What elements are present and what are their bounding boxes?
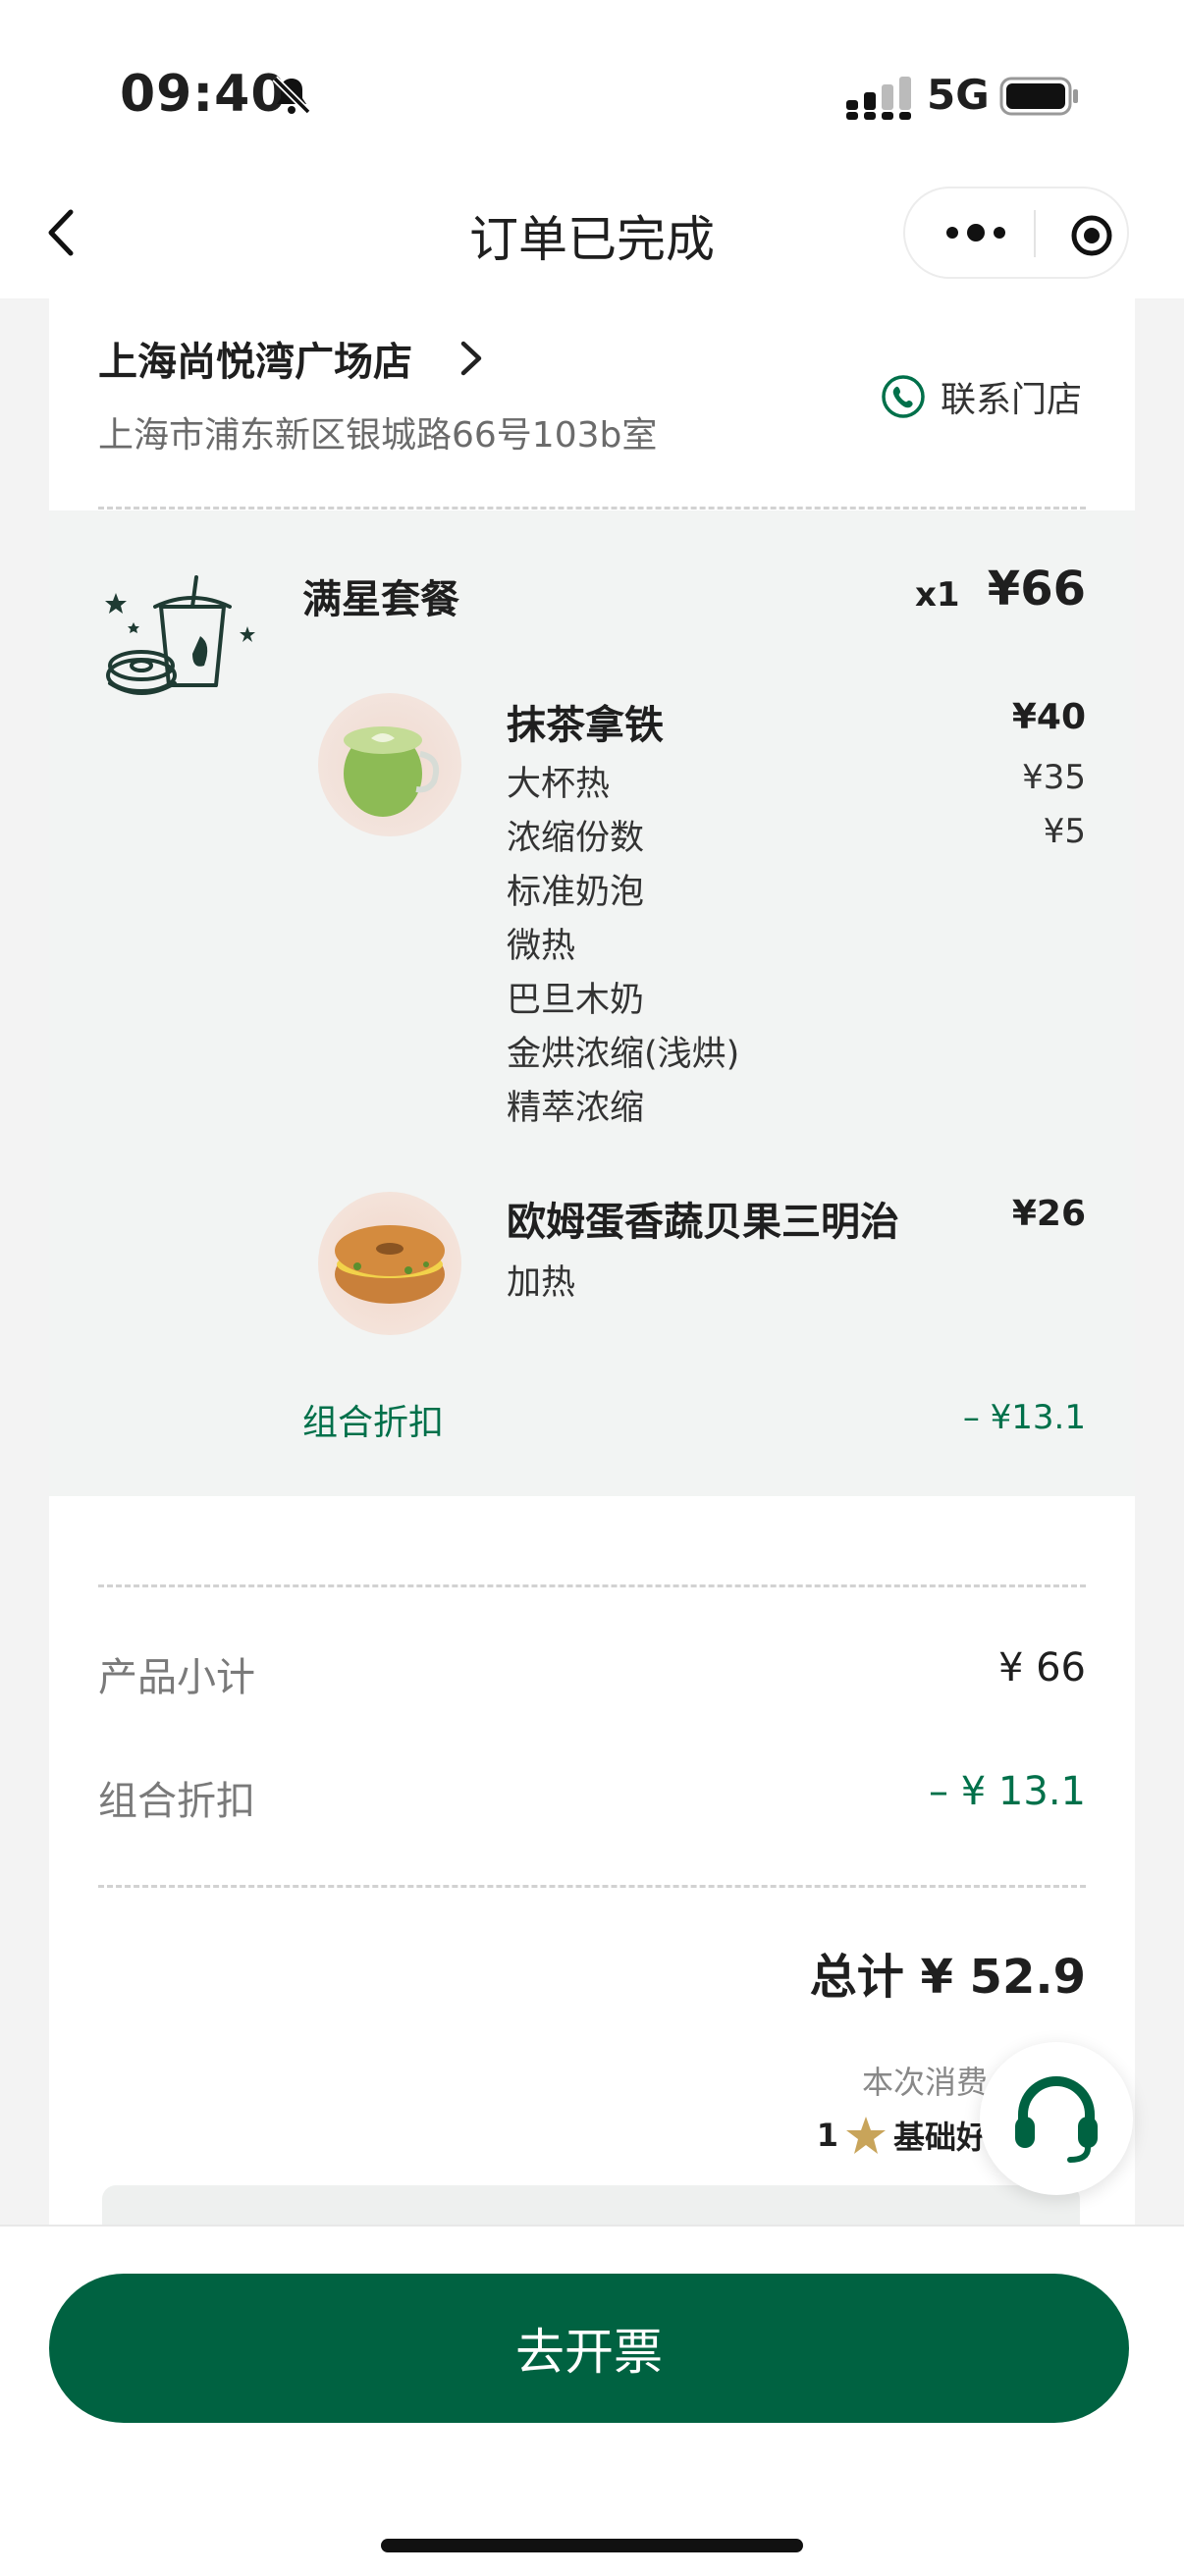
combo-discount-label: 组合折扣 [302, 1403, 445, 1443]
combo-name: 满星套餐 [302, 577, 459, 622]
stars-count: 1 [816, 2117, 838, 2154]
order-total: 总计 ¥ 52.9 [809, 1950, 1086, 2005]
product-option: 金烘浓缩(浅烘) [507, 1035, 740, 1074]
invoice-button[interactable]: 去开票 [49, 2274, 1129, 2423]
signal-icon [846, 77, 911, 120]
discount-label: 组合折扣 [98, 1779, 255, 1824]
divider [98, 1584, 1086, 1587]
bagel-sandwich-image [318, 1192, 461, 1335]
stars-earned: 1 基础好 [817, 2113, 988, 2158]
battery-icon [999, 77, 1078, 116]
store-name[interactable]: 上海尚悦湾广场店 [98, 330, 412, 387]
product-option: 浓缩份数 [507, 819, 645, 858]
combo-set-icon [105, 575, 255, 695]
product-price: ¥40 [1011, 697, 1086, 737]
matcha-latte-image [318, 693, 461, 836]
status-bar: 09:40 5G [0, 0, 1184, 167]
contact-store-label: 联系门店 [941, 380, 1083, 420]
network-type: 5G [927, 71, 990, 119]
more-icon[interactable] [944, 218, 1007, 247]
subtotal-label: 产品小计 [98, 1655, 255, 1700]
product-price: ¥26 [1011, 1194, 1086, 1234]
combo-price: ¥66 [987, 562, 1086, 617]
combo-discount-value: – ¥13.1 [962, 1398, 1086, 1437]
divider [98, 1885, 1086, 1888]
status-time: 09:40 [120, 65, 288, 124]
target-icon[interactable] [1070, 214, 1113, 257]
stars-label: 基础好 [892, 2119, 988, 2156]
product-option-price: ¥5 [1043, 812, 1086, 851]
customer-service-button[interactable] [980, 2042, 1133, 2195]
combo-panel: 满星套餐 x1 ¥66 抹茶拿铁 ¥40 大杯热 ¥35 浓缩份数 ¥5 标准奶… [49, 510, 1135, 1496]
promo-strip [102, 2185, 1080, 2225]
combo-quantity: x1 [915, 575, 960, 615]
product-name: 抹茶拿铁 [507, 703, 664, 748]
mute-icon [272, 76, 311, 115]
capsule-divider [1034, 210, 1036, 257]
product-option: 微热 [507, 927, 576, 966]
miniprogram-capsule [903, 187, 1129, 279]
subtotal-value: ¥ 66 [997, 1645, 1086, 1690]
product-name: 欧姆蛋香蔬贝果三明治 [507, 1200, 899, 1245]
headset-icon [1015, 2076, 1098, 2163]
product-option-price: ¥35 [1022, 758, 1086, 797]
product-option: 大杯热 [507, 765, 611, 804]
product-option: 精萃浓缩 [507, 1089, 645, 1128]
divider [98, 507, 1086, 510]
order-card: 上海尚悦湾广场店 上海市浦东新区银城路66号103b室 联系门店 满星套餐 x1… [49, 298, 1135, 2225]
product-option: 加热 [507, 1263, 576, 1303]
discount-value: – ¥ 13.1 [929, 1769, 1086, 1814]
order-complete-screen: 09:40 5G 订单已完成 上海尚悦湾广场店 上海市浦东新区银城路66号103… [0, 0, 1184, 2576]
nav-bar: 订单已完成 [0, 167, 1184, 298]
product-option: 巴旦木奶 [507, 981, 645, 1020]
chevron-right-icon[interactable] [459, 340, 483, 377]
contact-store-button[interactable]: 联系门店 [880, 367, 1082, 426]
star-icon [845, 2117, 886, 2154]
phone-icon [882, 375, 925, 418]
home-indicator [381, 2539, 803, 2552]
product-option: 标准奶泡 [507, 873, 645, 912]
store-address: 上海市浦东新区银城路66号103b室 [98, 415, 658, 456]
spend-note: 本次消费 [861, 2064, 988, 2101]
bottom-action-bar: 去开票 [0, 2225, 1184, 2576]
